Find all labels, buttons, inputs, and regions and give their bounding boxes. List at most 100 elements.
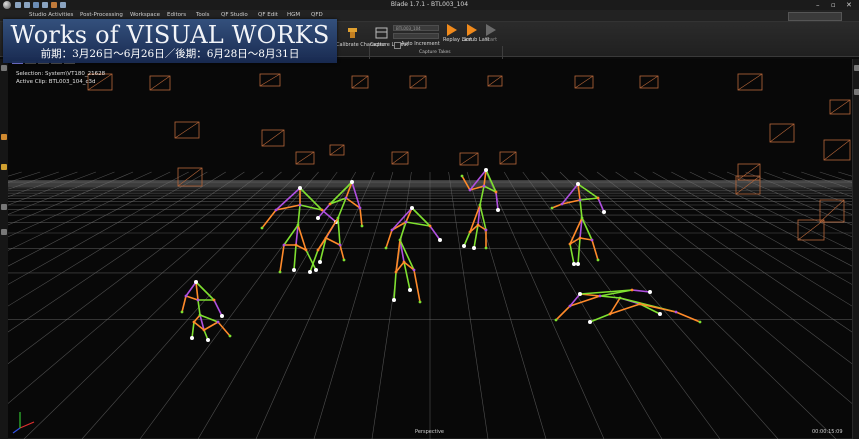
view-mode-label[interactable]: Perspective [0, 429, 859, 436]
skeleton-f-marker [198, 313, 202, 317]
toolbar-icon[interactable] [1, 65, 7, 71]
take-name-field[interactable] [393, 33, 439, 39]
skeleton-g-bone [555, 305, 571, 321]
skeleton-b-marker [344, 196, 348, 200]
skeleton-d-marker [460, 174, 464, 178]
replay-last-button[interactable]: Replay Last [443, 24, 472, 44]
capture-layout-icon [375, 27, 387, 39]
toolbar-icon[interactable] [1, 204, 7, 210]
grid-line [8, 171, 59, 190]
floor-grid [8, 171, 852, 439]
camera-icon [295, 151, 315, 165]
window-title: Blade 1.7.1 - BTL003_104 [390, 1, 469, 8]
skeleton-d-marker [494, 190, 498, 194]
search-input[interactable] [788, 12, 842, 21]
skeleton-g-marker [658, 312, 662, 316]
skeleton-c-marker [428, 224, 432, 228]
skeleton-b-marker [338, 243, 342, 247]
skeleton-g-marker [638, 302, 642, 306]
capture-layout-button[interactable]: Capture Layout [370, 24, 408, 49]
camera-icon [737, 163, 761, 181]
grid-line [763, 171, 852, 206]
grid-line [8, 171, 171, 251]
skeleton-c-marker [418, 300, 422, 304]
skeleton-d-marker [478, 203, 482, 207]
skeleton-e-bone [577, 237, 581, 265]
close-button[interactable]: ✕ [846, 0, 852, 10]
skeleton-d-marker [462, 244, 466, 248]
camera-icon [351, 75, 369, 89]
skeleton-e-marker [568, 242, 572, 246]
camera-icon [409, 75, 427, 89]
auto-increment-label: Auto Increment [401, 41, 440, 47]
skeleton-f-marker [184, 294, 188, 298]
minimize-button[interactable]: – [816, 0, 820, 10]
skeleton-g-marker [698, 320, 702, 324]
banner-dates: 前期：3月26日～6月26日／後期：6月28日～8月31日 [40, 48, 300, 60]
toolbar-icon[interactable] [854, 89, 859, 95]
skeleton-g-bone [589, 313, 611, 323]
skeleton-e-marker [578, 198, 582, 202]
skeleton-b-marker [324, 236, 328, 240]
clip-name-field[interactable]: BTL003_104 [393, 25, 439, 31]
grid-line [485, 171, 605, 439]
skeleton-c-marker [384, 246, 388, 250]
viewport-scene[interactable] [8, 59, 852, 439]
toolbar-icon[interactable] [1, 134, 7, 140]
grid-line [8, 171, 226, 307]
skeleton-e-marker [590, 238, 594, 242]
skeleton-c-bone [393, 271, 397, 301]
toolbar-icon[interactable] [1, 164, 7, 170]
toolbar-icon[interactable] [854, 65, 859, 71]
skeleton-f-marker [180, 310, 184, 314]
skeleton-g-marker [568, 304, 572, 308]
calibrate-character-icon [347, 28, 357, 38]
skeleton-e-marker [580, 216, 584, 220]
skeleton-f-marker [202, 328, 206, 332]
right-toolbar [852, 59, 859, 439]
skeleton-b-marker [336, 216, 340, 220]
auto-increment-checkbox[interactable] [394, 42, 401, 49]
grid-line [371, 171, 412, 439]
camera-icon [174, 121, 200, 139]
skeleton-d-marker [484, 246, 488, 250]
skeleton-a-marker [298, 203, 302, 207]
camera-icon [259, 73, 281, 87]
camera-icon [823, 139, 851, 161]
skeleton-c-marker [390, 228, 394, 232]
exhibition-banner: Works of VISUAL WORKS 前期：3月26日～6月26日／後期：… [3, 19, 337, 63]
grid-line [197, 171, 357, 439]
scrub-last-button[interactable]: Scrub Last [463, 24, 489, 44]
skeleton-d-marker [468, 188, 472, 192]
skeleton-f-bone [199, 314, 219, 323]
grid-line [8, 171, 282, 404]
grid-line [23, 171, 301, 439]
maximize-button[interactable]: ▫ [831, 0, 836, 10]
skeleton-a-marker [296, 223, 300, 227]
skeleton-g-marker [618, 296, 622, 300]
grid-line [726, 171, 852, 226]
skeleton-g-marker [588, 320, 592, 324]
skeleton-d-marker [476, 223, 480, 227]
skeleton-d-marker [484, 228, 488, 232]
camera-icon [459, 152, 479, 166]
skeleton-f-bone [217, 321, 231, 337]
skeleton-a-marker [260, 226, 264, 230]
skeleton-a-bone [261, 209, 277, 229]
skeleton-f-bone [203, 321, 219, 331]
skeleton-b-marker [316, 216, 320, 220]
grid-line [8, 171, 41, 183]
skeleton-f-marker [196, 298, 200, 302]
camera-icon [149, 75, 171, 91]
skeleton-g-marker [630, 288, 634, 292]
skeleton-c-marker [392, 298, 396, 302]
start-button[interactable]: Start [482, 24, 500, 44]
skeleton-f-bone [213, 299, 223, 317]
toolbar-icon[interactable] [1, 229, 7, 235]
skeleton-b-marker [360, 224, 364, 228]
skeleton-a-marker [294, 243, 298, 247]
skeleton-e-marker [550, 206, 554, 210]
grid-line [689, 171, 852, 251]
calibrate-character-button[interactable]: Calibrate Character [336, 24, 385, 49]
skeleton-f-marker [228, 334, 232, 338]
